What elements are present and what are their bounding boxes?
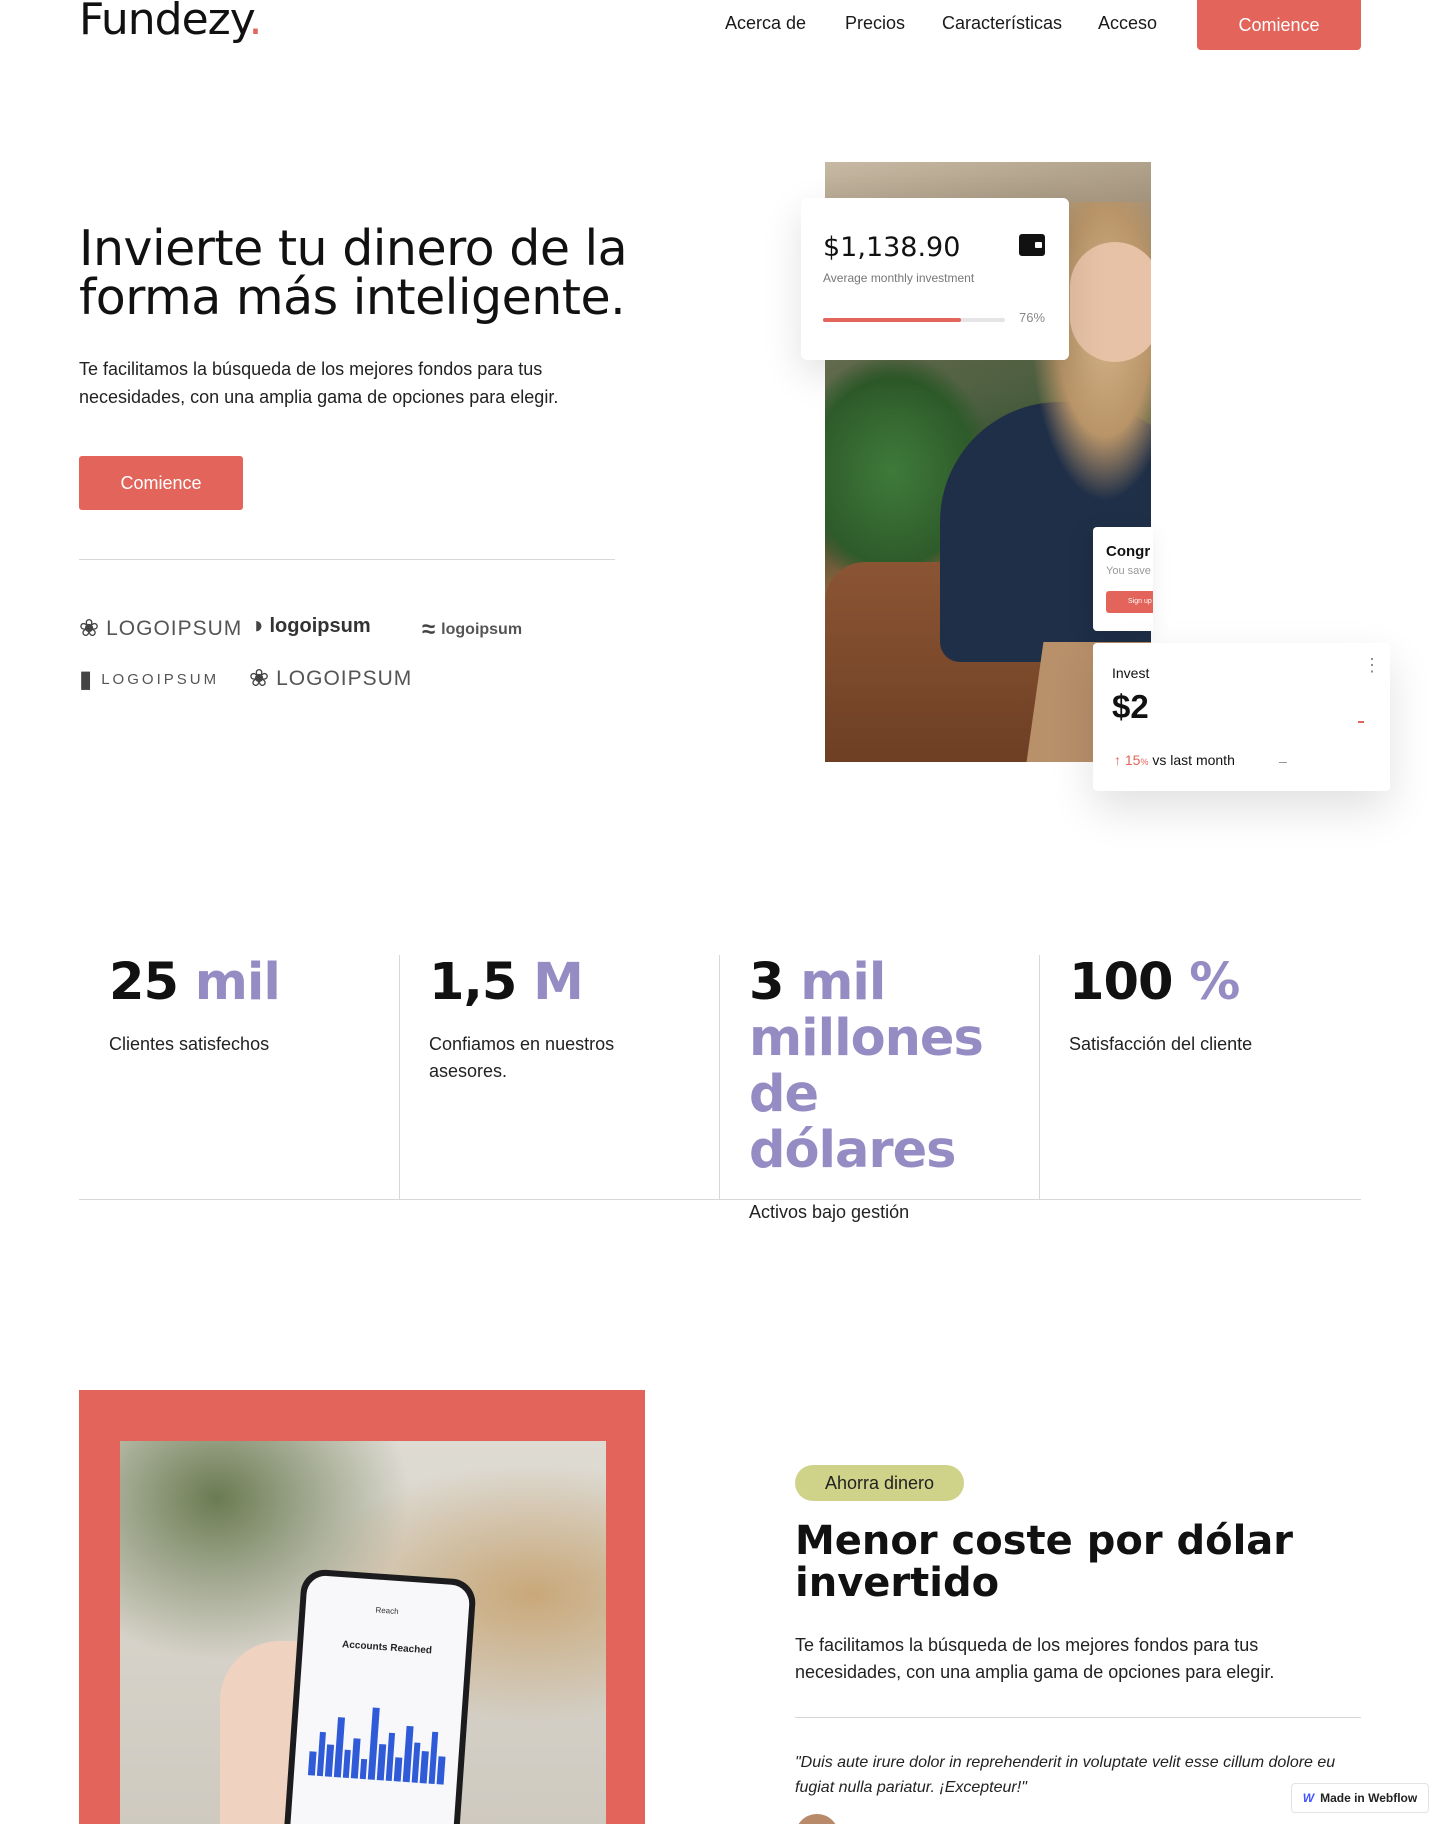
congrats-title: Congr xyxy=(1106,543,1151,560)
congrats-card: Congr You save Sign up xyxy=(1093,527,1153,631)
phone-bar xyxy=(419,1751,429,1784)
partner-logo-1: ❀ LOGOIPSUM xyxy=(79,614,242,643)
stat-number: 1,5 M xyxy=(429,955,669,1011)
feature-badge: Ahorra dinero xyxy=(795,1465,964,1501)
phone-bar-chart xyxy=(307,1695,449,1785)
partner-logo-2: ◑ logoipsum xyxy=(249,612,371,640)
person-face-graphic xyxy=(1070,242,1151,362)
stat-number: 100 % xyxy=(1069,955,1389,1011)
stat-clients: 25 mil Clientes satisfechos xyxy=(109,955,429,1200)
invested-title: Invest xyxy=(1112,665,1150,681)
stat-label: Clientes satisfechos xyxy=(109,1034,270,1054)
stats-bottom-divider xyxy=(79,1199,1361,1200)
hero-cta-button[interactable]: Comience xyxy=(79,456,243,510)
brand-dot: . xyxy=(248,0,263,45)
soundwave-icon: ▮ xyxy=(79,666,96,693)
header-cta-button[interactable]: Comience xyxy=(1197,0,1361,50)
nav-precios[interactable]: Precios xyxy=(845,13,905,34)
brand-logo[interactable]: Fundezy. xyxy=(79,0,263,45)
stat-unit: mil xyxy=(194,953,281,1012)
wheat-icon: ❀ xyxy=(79,615,101,642)
partner-logo-3: ≈ logoipsum xyxy=(422,616,522,644)
stat-label: Satisfacción del cliente xyxy=(1069,1034,1253,1054)
more-options-icon[interactable]: ⋮ xyxy=(1363,656,1381,674)
avatar xyxy=(795,1814,839,1824)
webflow-icon: W xyxy=(1302,1791,1315,1805)
stat-divider xyxy=(1039,955,1040,1200)
chart-marker xyxy=(1358,721,1364,723)
stat-assets: 3 mil millones de dólares Activos bajo g… xyxy=(749,955,1019,1223)
phone-bar xyxy=(359,1758,368,1780)
partner-logo-5: ❀ LOGOIPSUM xyxy=(249,664,412,693)
investment-progress-track xyxy=(823,318,1005,322)
feature-divider xyxy=(795,1717,1361,1718)
half-circle-icon: ◑ xyxy=(249,612,264,639)
invested-value: $2 xyxy=(1112,688,1149,725)
feature-text: Te facilitamos la búsqueda de los mejore… xyxy=(795,1635,1275,1682)
investment-card: $1,138.90 Average monthly investment 76% xyxy=(801,198,1069,360)
stat-value: 25 xyxy=(109,953,179,1012)
phone-title: Reach xyxy=(375,1605,399,1617)
stat-divider xyxy=(719,955,720,1200)
congrats-subtitle: You save xyxy=(1106,565,1151,577)
hero-divider xyxy=(79,559,615,560)
investment-progress-label: 76% xyxy=(1019,310,1046,325)
trend-label: vs last month xyxy=(1152,752,1235,768)
trend-value: 15 xyxy=(1124,752,1141,768)
partner-logo-text: logoipsum xyxy=(269,614,371,637)
phone-bar xyxy=(307,1751,317,1776)
investment-progress-fill xyxy=(823,318,962,322)
stat-satisfaction: 100 % Satisfacción del cliente xyxy=(1069,955,1389,1200)
partner-logo-text: logoipsum xyxy=(441,621,523,638)
phone-graphic: Reach Accounts Reached xyxy=(282,1568,477,1824)
trend-unit: % xyxy=(1140,757,1149,767)
invested-card: Invest $2 ⋮ ↑ 15% vs last month xyxy=(1093,643,1390,791)
waves-icon: ≈ xyxy=(422,616,436,643)
stat-value: 3 xyxy=(749,953,784,1012)
site-header: Fundezy. Acerca de Precios Característic… xyxy=(0,0,1440,60)
phone-bar xyxy=(342,1749,351,1779)
partner-logo-4: ▮ LOGOIPSUM xyxy=(79,665,219,694)
hero-title: Invierte tu dinero de la forma más intel… xyxy=(79,220,628,326)
wallet-icon xyxy=(1019,234,1045,256)
brand-name: Fundezy xyxy=(79,0,250,45)
phone-bar xyxy=(436,1756,446,1785)
phone-bar xyxy=(325,1744,334,1777)
nav-caracteristicas[interactable]: Características xyxy=(942,13,1062,34)
hero-text: Te facilitamos la búsqueda de los mejore… xyxy=(79,359,559,407)
stat-label: Confiamos en nuestros asesores. xyxy=(429,1034,615,1081)
feature-photo: Reach Accounts Reached xyxy=(120,1441,606,1824)
stat-number: 25 mil xyxy=(109,955,429,1011)
testimonial-quote: "Duis aute irure dolor in reprehenderit … xyxy=(795,1754,1336,1796)
stat-value: 100 xyxy=(1069,953,1173,1012)
investment-label: Average monthly investment xyxy=(823,271,975,285)
arrow-up-icon: ↑ xyxy=(1114,752,1121,768)
stat-unit: M xyxy=(533,953,584,1012)
phone-bar xyxy=(393,1757,403,1782)
phone-screen: Reach Accounts Reached xyxy=(288,1574,471,1824)
partner-logo-text: LOGOIPSUM xyxy=(101,671,220,688)
partner-logo-text: LOGOIPSUM xyxy=(276,666,413,690)
stat-advisors: 1,5 M Confiamos en nuestros asesores. xyxy=(429,955,669,1200)
nav-acceso[interactable]: Acceso xyxy=(1098,13,1157,34)
webflow-badge-text: Made in Webflow xyxy=(1320,1791,1418,1805)
congrats-button[interactable]: Sign up xyxy=(1106,591,1153,613)
stat-divider xyxy=(399,955,400,1200)
stat-label: Activos bajo gestión xyxy=(749,1202,910,1222)
stat-value: 1,5 xyxy=(429,953,517,1012)
made-in-webflow-badge[interactable]: W Made in Webflow xyxy=(1291,1783,1429,1813)
nav-acerca[interactable]: Acerca de xyxy=(725,13,806,34)
trend-divider xyxy=(1279,762,1287,763)
stat-unit: % xyxy=(1189,953,1240,1012)
feature-title: Menor coste por dólar invertido xyxy=(795,1518,1294,1606)
stat-number: 3 mil millones de dólares xyxy=(749,955,1019,1179)
partner-logo-text: LOGOIPSUM xyxy=(106,616,243,640)
phone-chart-title: Accounts Reached xyxy=(341,1639,433,1657)
wheat-icon: ❀ xyxy=(249,665,271,692)
trend-row: ↑ 15% vs last month xyxy=(1114,752,1235,768)
investment-amount: $1,138.90 xyxy=(823,232,961,263)
phone-bar xyxy=(376,1744,386,1781)
stat-unit: mil millones de dólares xyxy=(749,953,984,1180)
